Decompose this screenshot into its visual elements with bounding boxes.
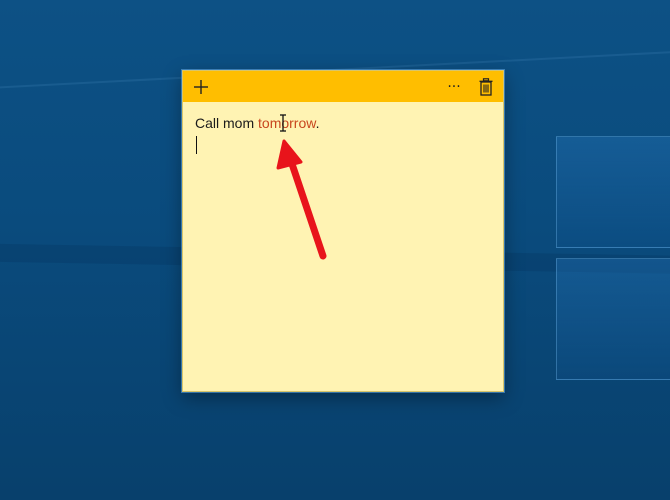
note-text-before: Call mom [195,115,259,131]
windows-logo-pane [556,136,670,248]
delete-note-button[interactable] [473,74,499,100]
more-options-icon: ··· [447,79,461,95]
note-title-bar[interactable]: ··· [183,71,503,102]
note-text-after: . [315,115,320,131]
sticky-note-window: ··· Call mom tomorrow. [182,70,504,392]
menu-button[interactable]: ··· [441,74,467,100]
new-note-button[interactable] [188,74,214,100]
note-text-line: Call mom tomorrow. [195,113,491,133]
misspelled-word[interactable]: tomorrow [258,115,316,131]
trash-icon [479,78,493,96]
plus-icon [194,80,208,94]
note-text-area[interactable]: Call mom tomorrow. [195,113,491,373]
windows-logo-pane [556,258,670,380]
text-caret [196,136,197,154]
